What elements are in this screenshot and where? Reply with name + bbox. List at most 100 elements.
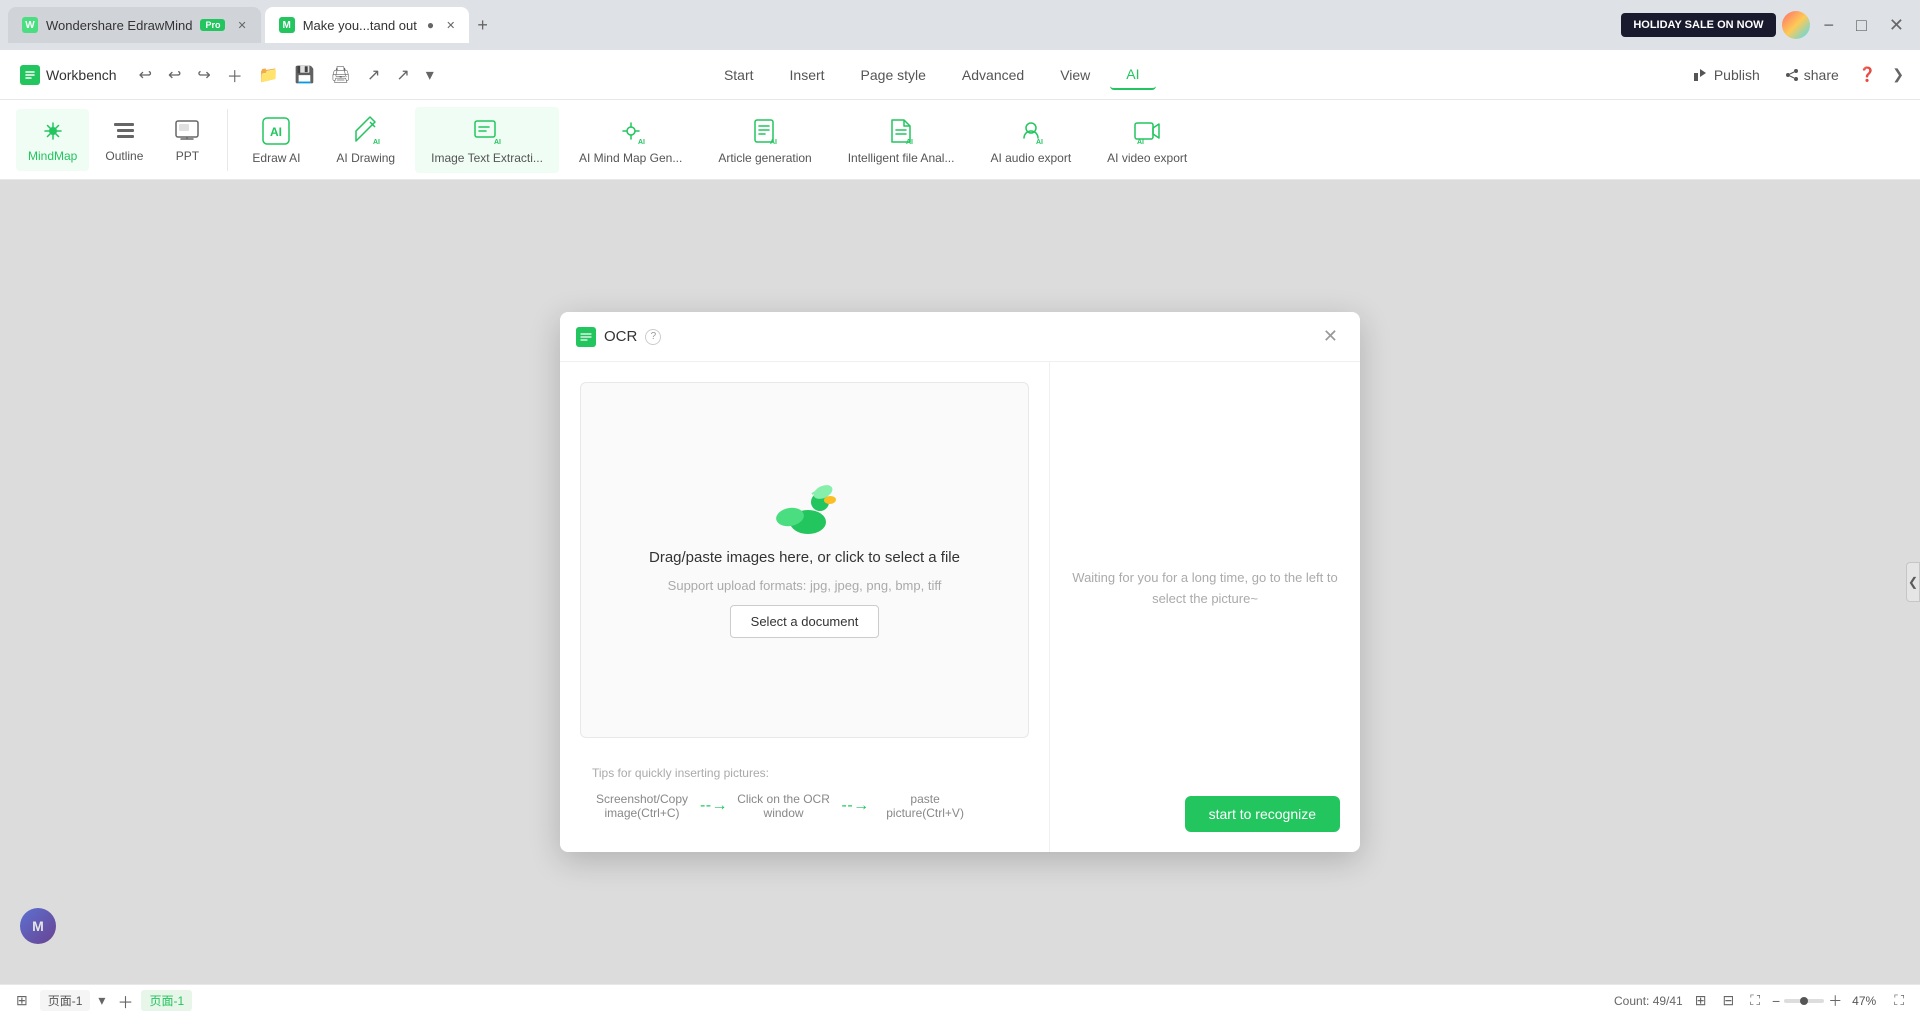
browser-close-button[interactable]: ✕ [1881, 11, 1912, 40]
toolbar: MindMap Outline PPT AI Edraw AI [0, 100, 1920, 180]
minimize-button[interactable]: − [1816, 11, 1843, 40]
title-bar: Workbench ↩ ↩ ↪ ＋ 📁 💾 🖨 ↗ ↗ ▾ Start Inse… [0, 50, 1920, 100]
zoom-out-button[interactable]: − [1772, 993, 1780, 1009]
page-label-left[interactable]: 页面-1 [40, 990, 91, 1011]
make-tab-title: Make you...tand out [303, 18, 417, 33]
ocr-arrow-2: - - → [842, 797, 868, 815]
ocr-right-content: Waiting for you for a long time, go to t… [1070, 382, 1340, 796]
tab-close-make[interactable]: ✕ [446, 19, 455, 32]
share-file-button[interactable]: ↗ [390, 61, 415, 89]
edraw-ai-button[interactable]: AI Edraw AI [236, 107, 316, 173]
undo-button[interactable]: ↩ [133, 61, 158, 89]
fullscreen-button[interactable]: ⛶ [1890, 990, 1908, 1011]
undo2-button[interactable]: ↩ [162, 61, 187, 89]
ai-mindmap-gen-button[interactable]: AI AI Mind Map Gen... [563, 107, 698, 173]
title-right: Publish share ❓ ❯ [1684, 62, 1908, 87]
outline-icon [110, 117, 138, 145]
zoom-controls: − ＋ 47% [1772, 991, 1882, 1011]
article-gen-icon: AI [749, 115, 781, 147]
nav-ai[interactable]: AI [1110, 60, 1155, 90]
page-label-active[interactable]: 页面-1 [141, 990, 192, 1011]
share-button[interactable]: share [1776, 63, 1847, 87]
new-file-button[interactable]: ＋ [221, 59, 249, 91]
status-left: ⊞ 页面-1 ▾ ＋ 页面-1 [12, 989, 192, 1013]
nav-start[interactable]: Start [708, 61, 770, 89]
intelligent-file-anal-button[interactable]: AI Intelligent file Anal... [832, 107, 971, 173]
user-avatar[interactable] [1782, 11, 1810, 39]
wondershare-tab-title: Wondershare EdrawMind [46, 18, 192, 33]
workbench-label: Workbench [46, 67, 117, 83]
more-button[interactable]: ▾ [420, 61, 440, 89]
workbench-button[interactable]: Workbench [12, 61, 125, 89]
ai-audio-export-button[interactable]: AI AI audio export [974, 107, 1087, 173]
save-button[interactable]: 💾 [289, 61, 321, 89]
svg-text:AI: AI [1137, 139, 1144, 146]
export-button[interactable]: ↗ [361, 61, 386, 89]
ocr-upload-area[interactable]: Drag/paste images here, or click to sele… [580, 382, 1029, 738]
tab-wondershare[interactable]: W Wondershare EdrawMind Pro ✕ [8, 7, 261, 43]
title-actions: ↩ ↩ ↪ ＋ 📁 💾 🖨 ↗ ↗ ▾ [133, 59, 440, 91]
browser-controls: HOLIDAY SALE ON NOW − □ ✕ [1621, 11, 1912, 40]
holiday-banner[interactable]: HOLIDAY SALE ON NOW [1621, 13, 1775, 37]
ai-drawing-button[interactable]: AI AI Drawing [320, 107, 411, 173]
add-page-button[interactable]: ＋ [117, 989, 133, 1013]
fit-screen-button[interactable]: ⛶ [1746, 990, 1764, 1011]
ocr-close-button[interactable]: ✕ [1317, 324, 1344, 349]
intelligent-file-anal-label: Intelligent file Anal... [848, 151, 955, 165]
nav-page-style[interactable]: Page style [845, 61, 942, 89]
ocr-title: OCR [604, 328, 637, 345]
ocr-tips-title: Tips for quickly inserting pictures: [592, 766, 1017, 780]
publish-button[interactable]: Publish [1684, 63, 1768, 87]
nav-advanced[interactable]: Advanced [946, 61, 1040, 89]
layout-grid-button[interactable]: ⊟ [1718, 990, 1738, 1011]
ai-mindmap-gen-label: AI Mind Map Gen... [579, 151, 682, 165]
zoom-slider-thumb[interactable] [1800, 997, 1808, 1005]
status-right: Count: 49/41 ⊞ ⊟ ⛶ − ＋ 47% ⛶ [1614, 990, 1908, 1011]
svg-text:AI: AI [373, 139, 380, 146]
image-text-extract-button[interactable]: AI Image Text Extracti... [415, 107, 559, 173]
outline-button[interactable]: Outline [93, 109, 155, 171]
tab-close-wondershare[interactable]: ✕ [237, 19, 246, 32]
article-gen-label: Article generation [718, 151, 811, 165]
ai-drawing-icon: AI [350, 115, 382, 147]
mindmap-button[interactable]: MindMap [16, 109, 89, 171]
image-text-extract-icon: AI [471, 115, 503, 147]
ocr-dialog: OCR ? ✕ [560, 312, 1360, 852]
mindmap-icon [39, 117, 67, 145]
new-tab-button[interactable]: + [473, 11, 492, 40]
page-dropdown-button[interactable]: ▾ [94, 990, 109, 1011]
nav-menu: Start Insert Page style Advanced View AI [708, 60, 1156, 90]
ocr-select-document-button[interactable]: Select a document [730, 605, 880, 638]
count-label: Count: 49/41 [1614, 994, 1683, 1008]
article-gen-button[interactable]: AI Article generation [702, 107, 827, 173]
edraw-ai-label: Edraw AI [252, 151, 300, 165]
redo-button[interactable]: ↪ [191, 61, 216, 89]
browser-chrome: W Wondershare EdrawMind Pro ✕ M Make you… [0, 0, 1920, 50]
ai-toolbar: AI Edraw AI AI AI Drawing AI Image Text … [236, 107, 1904, 173]
print-button[interactable]: 🖨 [325, 61, 357, 89]
ocr-right-panel: Waiting for you for a long time, go to t… [1050, 362, 1360, 852]
mindmap-label: MindMap [28, 149, 77, 163]
help-button[interactable]: ❓ [1855, 62, 1880, 87]
zoom-in-button[interactable]: ＋ [1828, 991, 1842, 1011]
ai-video-export-button[interactable]: AI AI video export [1091, 107, 1203, 173]
svg-text:AI: AI [638, 139, 645, 146]
ocr-overlay: OCR ? ✕ [0, 180, 1920, 984]
nav-insert[interactable]: Insert [774, 61, 841, 89]
tab-make[interactable]: M Make you...tand out ● ✕ [265, 7, 470, 43]
ppt-label: PPT [176, 149, 199, 163]
layout-columns-button[interactable]: ⊞ [1691, 990, 1711, 1011]
ocr-start-recognize-button[interactable]: start to recognize [1185, 796, 1340, 832]
toggle-sidebar-button[interactable]: ⊞ [12, 990, 32, 1011]
ppt-icon [173, 117, 201, 145]
collapse-button[interactable]: ❯ [1888, 62, 1908, 87]
nav-view[interactable]: View [1044, 61, 1106, 89]
edraw-ai-icon: AI [260, 115, 292, 147]
open-button[interactable]: 📁 [253, 61, 285, 89]
svg-text:AI: AI [494, 139, 501, 146]
upload-illustration [770, 482, 840, 537]
maximize-button[interactable]: □ [1848, 11, 1875, 40]
ppt-button[interactable]: PPT [159, 109, 215, 171]
ocr-info-icon[interactable]: ? [645, 329, 661, 345]
canvas-area[interactable]: M ❮ OCR ? ✕ [0, 180, 1920, 984]
